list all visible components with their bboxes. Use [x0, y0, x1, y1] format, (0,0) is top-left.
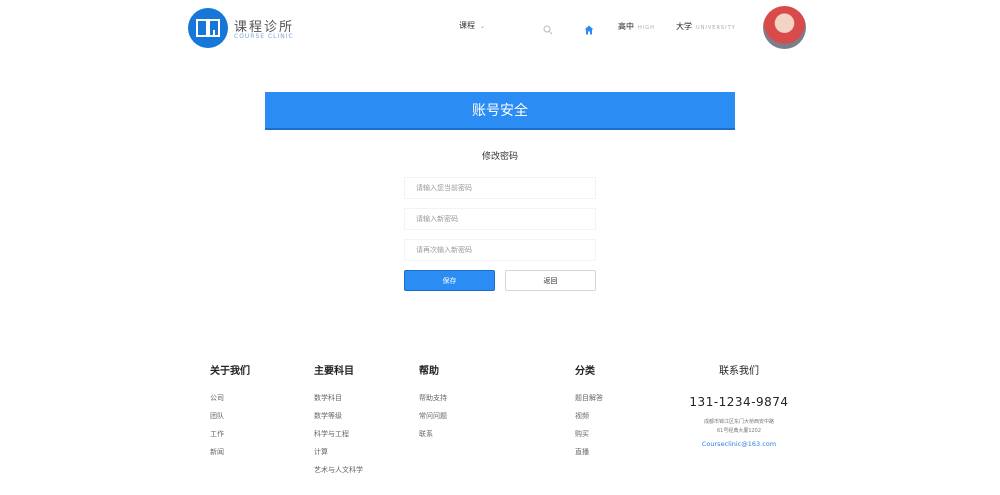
- footer-subjects: 主要科目 数学科目 数学等级 科学与工程 计算 艺术与人文科学: [314, 362, 363, 484]
- footer-link[interactable]: 数学等级: [314, 412, 363, 430]
- chevron-down-icon: ⌄: [480, 23, 486, 30]
- nav-university-label: 大学: [676, 22, 692, 31]
- nav-high-school[interactable]: 高中 HIGH: [618, 21, 655, 32]
- footer-category-title: 分类: [575, 366, 595, 377]
- footer-about: 关于我们 公司 团队 工作 新闻: [210, 362, 250, 466]
- footer-link[interactable]: 帮助支持: [419, 394, 447, 412]
- contact-phone: 131-1234-9874: [689, 395, 789, 409]
- nav-course-label: 课程: [459, 21, 475, 30]
- avatar[interactable]: [763, 6, 806, 49]
- footer-link[interactable]: 购买: [575, 430, 603, 448]
- footer-link[interactable]: 艺术与人文科学: [314, 466, 363, 484]
- brand-tagline: COURSE CLINIC: [234, 33, 294, 40]
- footer-link[interactable]: 科学与工程: [314, 430, 363, 448]
- current-password-field: [404, 177, 596, 199]
- search-icon: [543, 25, 553, 35]
- footer-link[interactable]: 直播: [575, 448, 603, 466]
- footer-link[interactable]: 计算: [314, 448, 363, 466]
- new-password-input[interactable]: [404, 208, 596, 230]
- back-button[interactable]: 返回: [505, 270, 596, 291]
- nav-high-label: 高中: [618, 22, 634, 31]
- nav-university[interactable]: 大学 UNIVERSITY: [676, 21, 736, 32]
- home-icon: [584, 25, 594, 35]
- current-password-input[interactable]: [404, 177, 596, 199]
- footer-link[interactable]: 数学科目: [314, 394, 363, 412]
- save-button[interactable]: 保存: [404, 270, 495, 291]
- footer-help-title: 帮助: [419, 366, 439, 377]
- footer-link[interactable]: 常问问题: [419, 412, 447, 430]
- footer-link[interactable]: 公司: [210, 394, 250, 412]
- top-header: 课程诊所 COURSE CLINIC 课程 ⌄ 高中 HIGH 大学 UNIVERSI…: [0, 0, 1000, 56]
- footer-link[interactable]: 题目解答: [575, 394, 603, 412]
- footer-contact-title: 联系我们: [719, 366, 759, 377]
- footer-subjects-title: 主要科目: [314, 366, 354, 377]
- section-title: 修改密码: [481, 152, 518, 162]
- nav-university-sub: UNIVERSITY: [696, 25, 736, 31]
- new-password-field: [404, 208, 596, 230]
- footer-link[interactable]: 工作: [210, 430, 250, 448]
- contact-email-link[interactable]: Courseclinic@163.com: [680, 440, 798, 448]
- footer-link[interactable]: 团队: [210, 412, 250, 430]
- nav-course-dropdown[interactable]: 课程 ⌄: [459, 20, 485, 31]
- contact-address-line2: 61号经典大厦1202: [716, 428, 762, 434]
- footer-link[interactable]: 联系: [419, 430, 447, 448]
- footer-link[interactable]: 视频: [575, 412, 603, 430]
- footer-about-title: 关于我们: [210, 366, 250, 377]
- book-logo-icon: [196, 19, 220, 37]
- home-button[interactable]: [584, 20, 594, 39]
- confirm-password-field: [404, 239, 596, 261]
- search-button[interactable]: [543, 20, 553, 39]
- footer-category: 分类 题目解答 视频 购买 直播: [575, 362, 603, 466]
- footer-link[interactable]: 新闻: [210, 448, 250, 466]
- footer-contact: 联系我们 131-1234-9874 成都市锦江区东门大桥西安中路 61号经典大…: [680, 362, 798, 448]
- footer-help: 帮助 帮助支持 常问问题 联系: [419, 362, 447, 448]
- nav-high-sub: HIGH: [638, 25, 655, 31]
- contact-address-line1: 成都市锦江区东门大桥西安中路: [703, 419, 774, 425]
- logo[interactable]: [188, 8, 228, 48]
- page-banner: 账号安全: [265, 92, 735, 130]
- confirm-password-input[interactable]: [404, 239, 596, 261]
